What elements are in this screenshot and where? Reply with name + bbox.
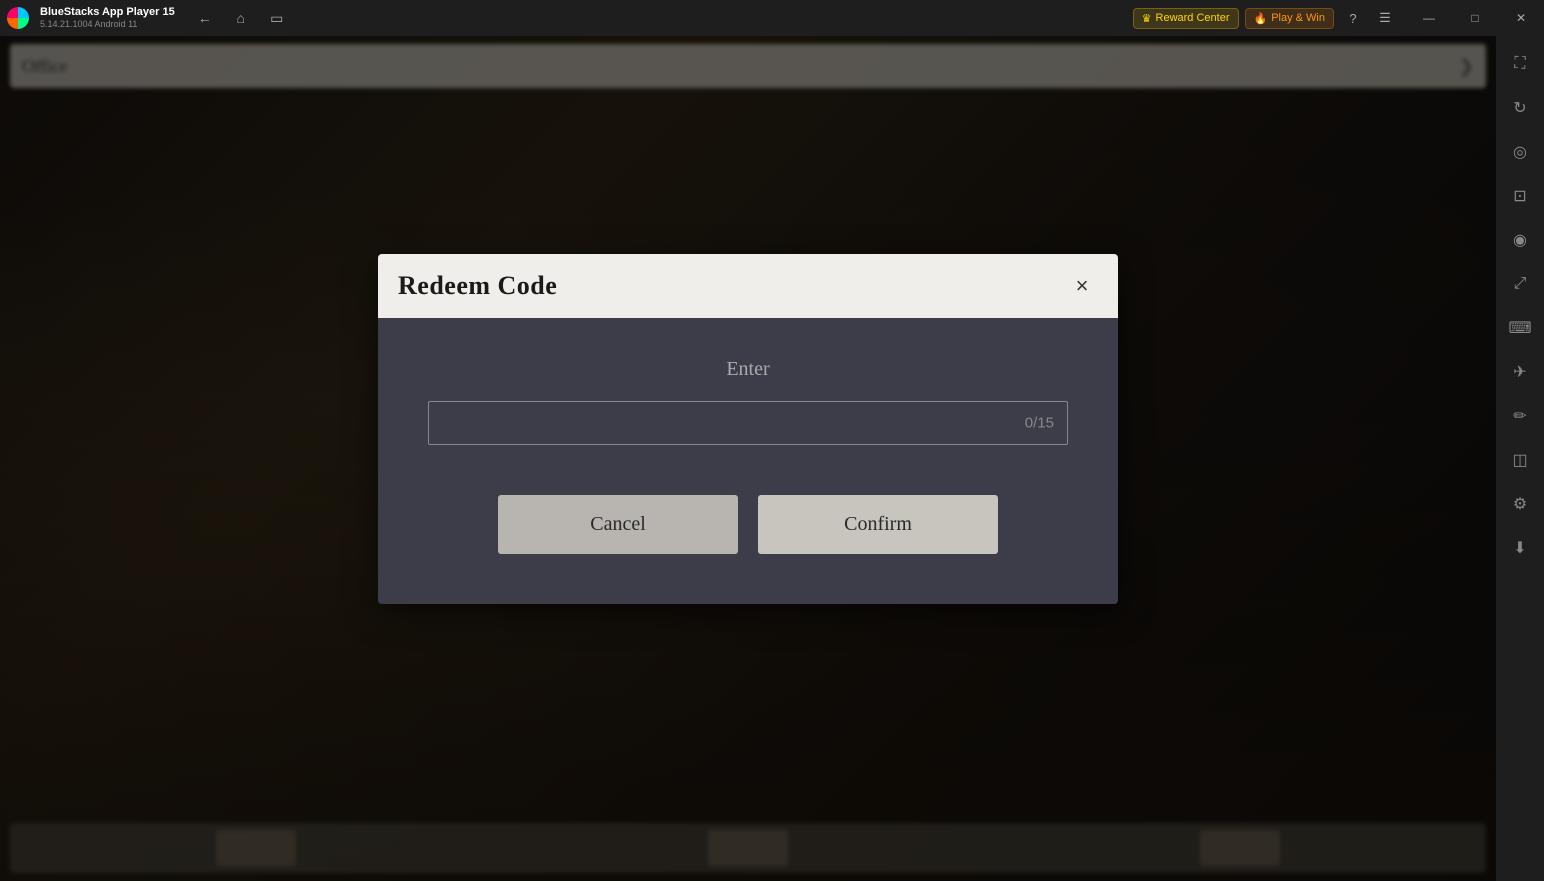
dialog-buttons: Cancel Confirm [428,495,1068,564]
confirm-button[interactable]: Confirm [758,495,998,554]
right-sidebar: ⛶ ↻ ◎ ⊡ ◉ ⤢ ⌨ ✈ ✏ ◫ ⚙ ⬇ [1496,36,1544,881]
code-input[interactable] [428,401,1068,445]
app-name: BlueStacks App Player 15 [40,6,175,19]
app-version: 5.14.21.1004 Android 11 [40,19,175,30]
home-button[interactable]: ⌂ [227,4,255,32]
sidebar-keyboard-icon[interactable]: ⌨ [1500,308,1540,348]
maximize-button[interactable]: □ [1452,0,1498,36]
bluestacks-logo [0,0,36,36]
sidebar-eraser-icon[interactable]: ◫ [1500,440,1540,480]
titlebar: BlueStacks App Player 15 5.14.21.1004 An… [0,0,1544,36]
titlebar-right: ♛ Reward Center 🔥 Play & Win ? ☰ [1133,5,1398,31]
dialog-header: Redeem Code × [378,254,1118,318]
sidebar-resize-icon[interactable]: ⤢ [1500,264,1540,304]
crown-icon: ♛ [1142,12,1152,25]
dialog-body: Enter 0/15 Cancel Confirm [378,318,1118,604]
app-info: BlueStacks App Player 15 5.14.21.1004 An… [40,6,175,30]
sidebar-screenshot-icon[interactable]: ⊡ [1500,176,1540,216]
sidebar-settings-icon[interactable]: ⚙ [1500,484,1540,524]
main-content: Office ❯ Redeem Code × Enter 0/15 [0,36,1496,881]
sidebar-pen-icon[interactable]: ✏ [1500,396,1540,436]
sidebar-volume-icon[interactable]: ◎ [1500,132,1540,172]
sidebar-gamepad-icon[interactable]: ✈ [1500,352,1540,392]
dialog-close-button[interactable]: × [1066,270,1098,302]
minimize-button[interactable]: — [1406,0,1452,36]
close-button[interactable]: ✕ [1498,0,1544,36]
logo-circle [7,7,29,29]
redeem-code-dialog: Redeem Code × Enter 0/15 Cancel Confirm [378,254,1118,604]
play-win-label: Play & Win [1271,12,1325,24]
dialog-title: Redeem Code [398,271,557,301]
fire-icon: 🔥 [1254,12,1268,25]
menu-button[interactable]: ☰ [1372,5,1398,31]
sidebar-download-icon[interactable]: ⬇ [1500,528,1540,568]
window-controls: — □ ✕ [1406,0,1544,36]
reward-center-label: Reward Center [1156,12,1230,24]
code-input-wrap: 0/15 [428,401,1068,445]
sidebar-rotate-icon[interactable]: ↻ [1500,88,1540,128]
back-button[interactable]: ← [191,4,219,32]
enter-label: Enter [428,358,1068,381]
dialog-overlay: Redeem Code × Enter 0/15 Cancel Confirm [0,36,1496,881]
play-win-button[interactable]: 🔥 Play & Win [1245,8,1335,29]
titlebar-nav: ← ⌂ ▭ [191,4,291,32]
sidebar-camera-icon[interactable]: ◉ [1500,220,1540,260]
sidebar-expand-icon[interactable]: ⛶ [1500,44,1540,84]
help-button[interactable]: ? [1340,5,1366,31]
multi-instance-button[interactable]: ▭ [263,4,291,32]
reward-center-button[interactable]: ♛ Reward Center [1133,8,1239,29]
cancel-button[interactable]: Cancel [498,495,738,554]
